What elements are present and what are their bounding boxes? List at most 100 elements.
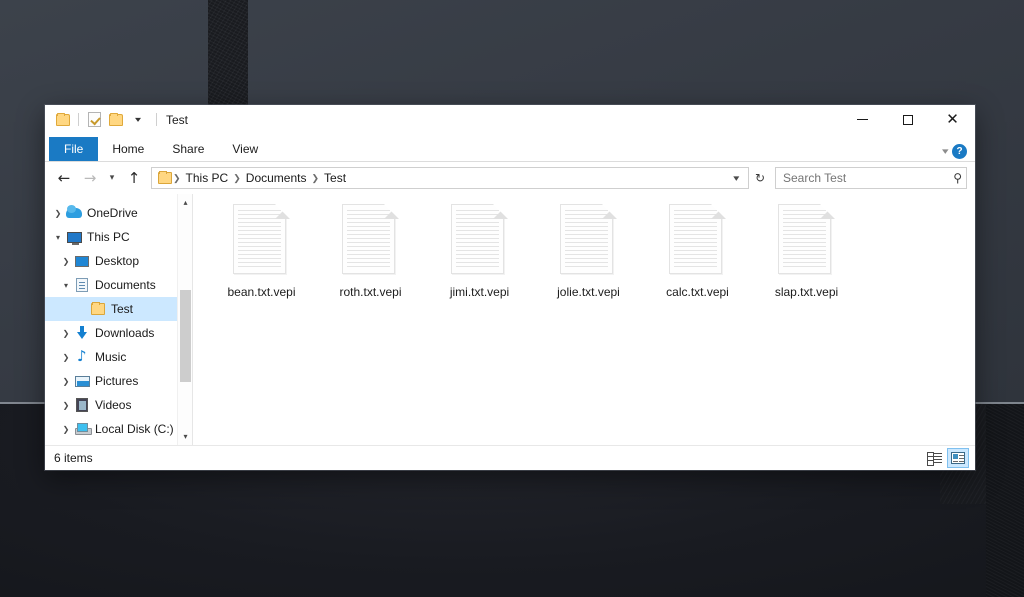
properties-icon xyxy=(87,112,101,127)
address-bar[interactable]: ❯ This PC ❯ Documents ❯ Test ▾ xyxy=(151,167,749,189)
navigation-pane-scrollbar[interactable]: ▴ ▾ xyxy=(177,194,193,445)
chevron-down-icon[interactable]: ▾ xyxy=(51,233,65,242)
sidebar-item-music[interactable]: ❯ Music xyxy=(45,345,193,369)
quick-access-toolbar: ▾ xyxy=(52,109,149,131)
divider xyxy=(156,113,157,126)
maximize-button[interactable] xyxy=(885,105,930,134)
sidebar-item-downloads[interactable]: ❯ Downloads xyxy=(45,321,193,345)
chevron-right-icon[interactable]: ❯ xyxy=(59,377,73,386)
search-box[interactable]: ⚲ xyxy=(775,167,967,189)
file-item[interactable]: jimi.txt.vepi xyxy=(425,204,534,299)
sidebar-item-label: Pictures xyxy=(95,374,139,388)
tab-share[interactable]: Share xyxy=(158,137,218,161)
text-document-icon xyxy=(451,204,508,276)
chevron-right-icon[interactable]: ❯ xyxy=(59,329,73,338)
scroll-up-icon[interactable]: ▴ xyxy=(178,194,193,211)
qat-new-folder-button[interactable] xyxy=(105,109,127,131)
desktop-texture-band-right xyxy=(986,404,1024,597)
breadcrumb-separator-icon: ❯ xyxy=(311,172,320,183)
address-dropdown-icon[interactable]: ▾ xyxy=(726,173,748,184)
sidebar-item-this-pc[interactable]: ▾ This PC xyxy=(45,225,193,249)
chevron-right-icon[interactable]: ❯ xyxy=(59,401,73,410)
sidebar-item-label: Test xyxy=(111,302,134,316)
sidebar-item-label: Downloads xyxy=(95,326,155,340)
scroll-down-icon[interactable]: ▾ xyxy=(178,428,193,445)
up-button[interactable]: ↑ xyxy=(121,165,147,191)
chevron-right-icon[interactable]: ❯ xyxy=(59,257,73,266)
back-button[interactable]: ← xyxy=(51,165,77,191)
folder-icon xyxy=(89,301,107,317)
disk-icon xyxy=(73,421,92,437)
chevron-placeholder-icon: ❯ xyxy=(75,305,89,314)
minimize-icon xyxy=(857,119,868,120)
sidebar-item-onedrive[interactable]: ❯ OneDrive xyxy=(45,201,193,225)
sidebar-item-local-disk-c[interactable]: ❯ Local Disk (C:) xyxy=(45,417,193,441)
search-icon[interactable]: ⚲ xyxy=(953,171,962,185)
video-icon xyxy=(73,397,91,413)
sidebar-item-label: OneDrive xyxy=(87,206,138,220)
forward-button[interactable]: → xyxy=(77,165,103,191)
breadcrumb-separator-icon: ❯ xyxy=(233,172,241,183)
qat-customize-button[interactable]: ▾ xyxy=(127,109,149,131)
refresh-button[interactable]: ↻ xyxy=(749,167,771,189)
chevron-down-icon[interactable]: ▾ xyxy=(59,281,73,290)
chevron-right-icon[interactable]: ❯ xyxy=(59,353,73,362)
breadcrumb-separator-icon: ❯ xyxy=(173,172,181,183)
sidebar-item-label: Desktop xyxy=(95,254,140,268)
recent-locations-button[interactable]: ▾ xyxy=(103,165,121,191)
help-button[interactable]: ? xyxy=(952,144,967,159)
sidebar-item-pictures[interactable]: ❯ Pictures xyxy=(45,369,193,393)
sidebar-item-label: This PC xyxy=(87,230,130,244)
breadcrumb: ❯ This PC ❯ Documents ❯ Test xyxy=(172,171,728,185)
search-input[interactable] xyxy=(783,171,954,185)
breadcrumb-item-this-pc[interactable]: This PC xyxy=(182,171,233,185)
sidebar-item-label: Local Disk (C:) xyxy=(95,422,174,436)
window-body: ❯ OneDrive ▾ This PC ❯ Desktop ▾ Documen… xyxy=(45,194,975,445)
customize-caret-icon: ▾ xyxy=(134,114,142,124)
music-icon xyxy=(73,347,91,365)
qat-folder-button[interactable] xyxy=(52,109,74,131)
file-item[interactable]: roth.txt.vepi xyxy=(316,204,425,299)
navigation-pane: ❯ OneDrive ▾ This PC ❯ Desktop ▾ Documen… xyxy=(45,194,193,445)
text-document-icon xyxy=(560,204,617,276)
maximize-icon xyxy=(902,114,913,125)
window-controls: ✕ xyxy=(840,105,975,134)
qat-properties-button[interactable] xyxy=(83,109,105,131)
close-button[interactable]: ✕ xyxy=(930,105,975,134)
close-icon: ✕ xyxy=(946,110,959,128)
tab-view[interactable]: View xyxy=(218,137,272,161)
file-name-label: jolie.txt.vepi xyxy=(557,285,620,299)
sidebar-item-test[interactable]: ❯ Test xyxy=(45,297,193,321)
file-item[interactable]: calc.txt.vepi xyxy=(643,204,752,299)
details-view-icon xyxy=(926,452,942,466)
minimize-button[interactable] xyxy=(840,105,885,134)
breadcrumb-item-test[interactable]: Test xyxy=(320,171,350,185)
file-item[interactable]: jolie.txt.vepi xyxy=(534,204,643,299)
file-item[interactable]: bean.txt.vepi xyxy=(207,204,316,299)
file-name-label: roth.txt.vepi xyxy=(339,285,402,299)
file-item[interactable]: slap.txt.vepi xyxy=(752,204,861,299)
tab-home[interactable]: Home xyxy=(98,137,158,161)
new-folder-icon xyxy=(109,112,123,126)
picture-icon xyxy=(73,373,91,389)
divider xyxy=(78,113,79,126)
tab-file[interactable]: File xyxy=(49,137,99,161)
scrollbar-thumb[interactable] xyxy=(180,290,191,382)
chevron-right-icon[interactable]: ❯ xyxy=(59,425,73,434)
large-icons-view-button[interactable] xyxy=(947,448,969,468)
sidebar-item-documents[interactable]: ▾ Documents xyxy=(45,273,193,297)
sidebar-item-desktop[interactable]: ❯ Desktop xyxy=(45,249,193,273)
sidebar-item-label: Music xyxy=(95,350,127,364)
document-icon xyxy=(73,277,91,293)
text-document-icon xyxy=(669,204,726,276)
download-icon xyxy=(73,325,91,341)
chevron-down-icon[interactable]: ▾ xyxy=(942,146,949,157)
file-list-view[interactable]: bean.txt.vepi roth.txt.vepi jimi.txt.vep… xyxy=(193,194,975,445)
view-mode-buttons xyxy=(923,448,969,468)
title-bar[interactable]: ▾ Test ✕ xyxy=(45,105,975,134)
sidebar-item-videos[interactable]: ❯ Videos xyxy=(45,393,193,417)
chevron-right-icon[interactable]: ❯ xyxy=(51,209,65,218)
sidebar-item-label: Videos xyxy=(95,398,132,412)
breadcrumb-item-documents[interactable]: Documents xyxy=(242,171,311,185)
details-view-button[interactable] xyxy=(923,448,945,468)
